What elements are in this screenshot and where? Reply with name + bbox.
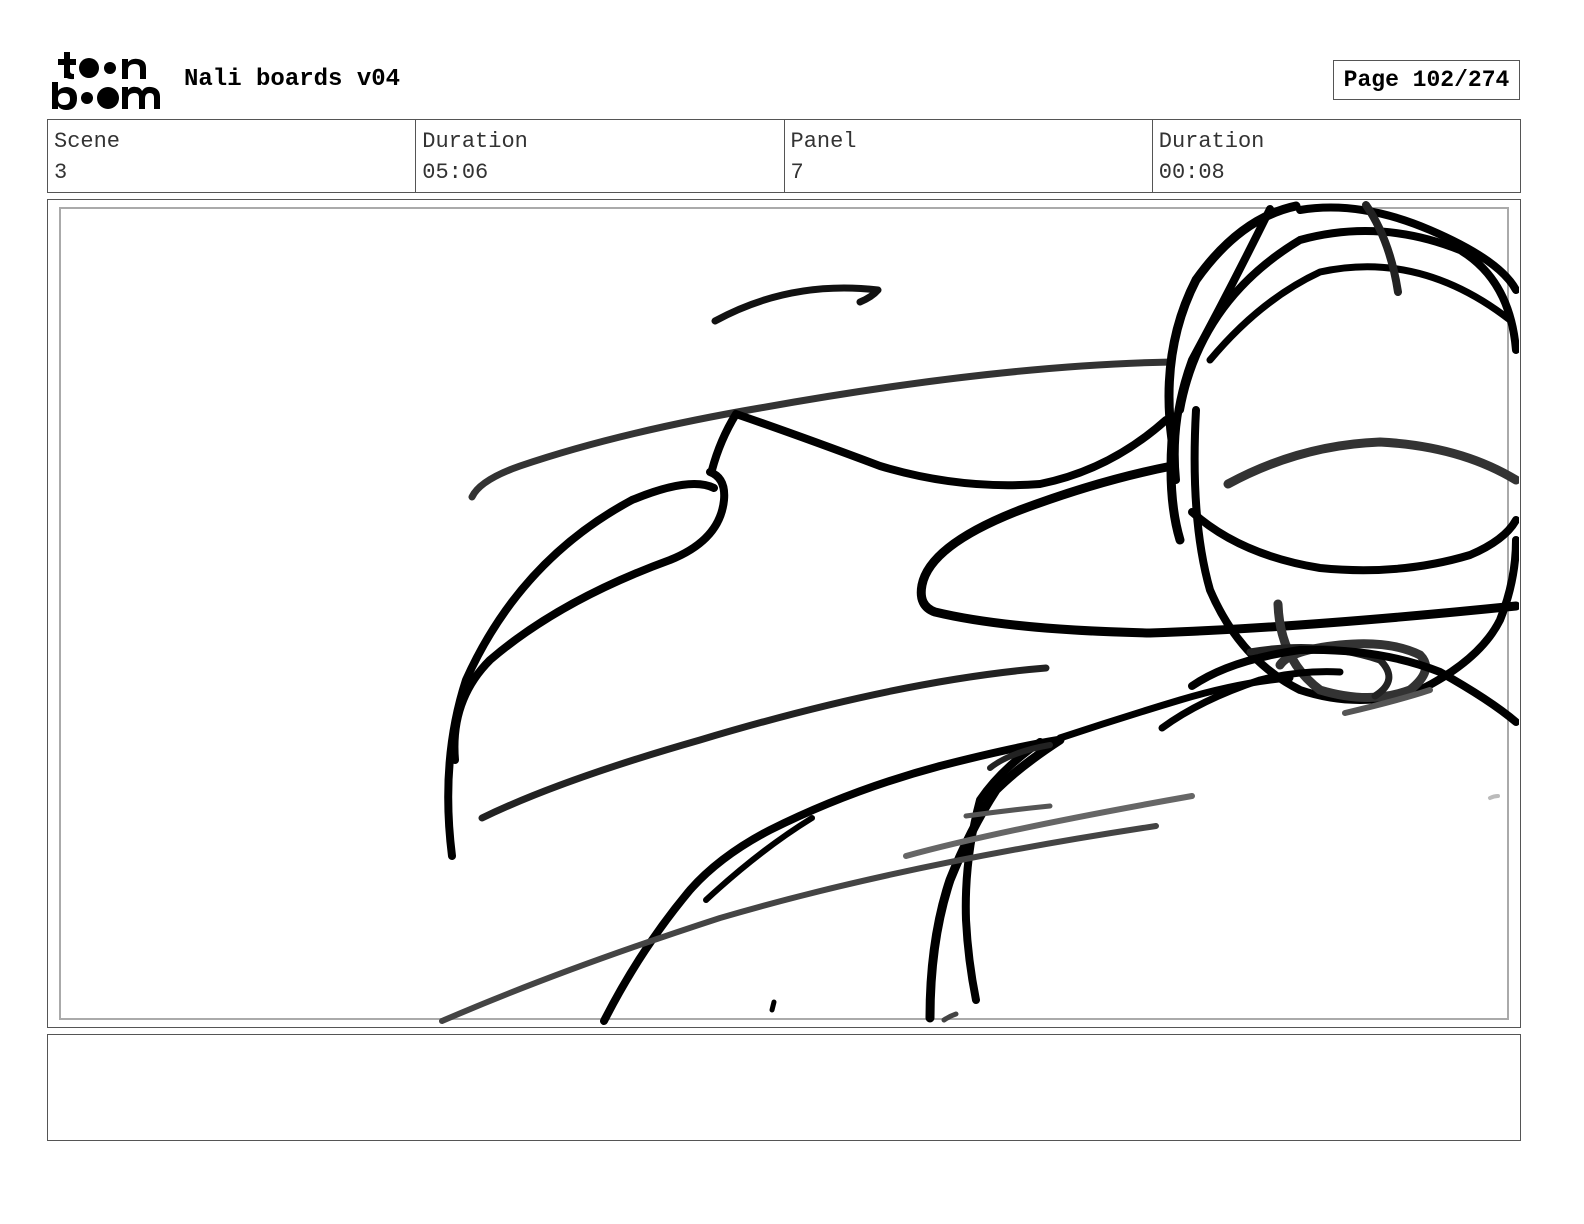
toon-boom-logo bbox=[52, 52, 160, 110]
scene-duration-value: 05:06 bbox=[422, 160, 489, 185]
panel-value: 7 bbox=[790, 160, 804, 185]
scene-label: Scene bbox=[54, 129, 121, 154]
scene-info-table: Scene 3 Duration 05:06 Panel 7 Duration … bbox=[47, 119, 1521, 193]
document-title: Nali boards v04 bbox=[184, 66, 401, 93]
scene-duration-cell: Duration 05:06 bbox=[415, 120, 783, 192]
page-number-box: Page 102/274 bbox=[1333, 60, 1520, 100]
scene-cell: Scene 3 bbox=[48, 120, 415, 192]
page-number-label: Page 102/274 bbox=[1343, 67, 1510, 93]
panel-duration-value: 00:08 bbox=[1158, 160, 1225, 185]
panel-duration-cell: Duration 00:08 bbox=[1151, 120, 1520, 192]
scene-duration-label: Duration bbox=[422, 129, 528, 154]
panel-label: Panel bbox=[790, 129, 857, 154]
scene-value: 3 bbox=[54, 160, 68, 185]
panel-duration-label: Duration bbox=[1158, 129, 1265, 154]
panel-cell: Panel 7 bbox=[783, 120, 1152, 192]
panel-notes-box bbox=[47, 1034, 1521, 1141]
storyboard-sketch bbox=[439, 201, 1519, 1025]
